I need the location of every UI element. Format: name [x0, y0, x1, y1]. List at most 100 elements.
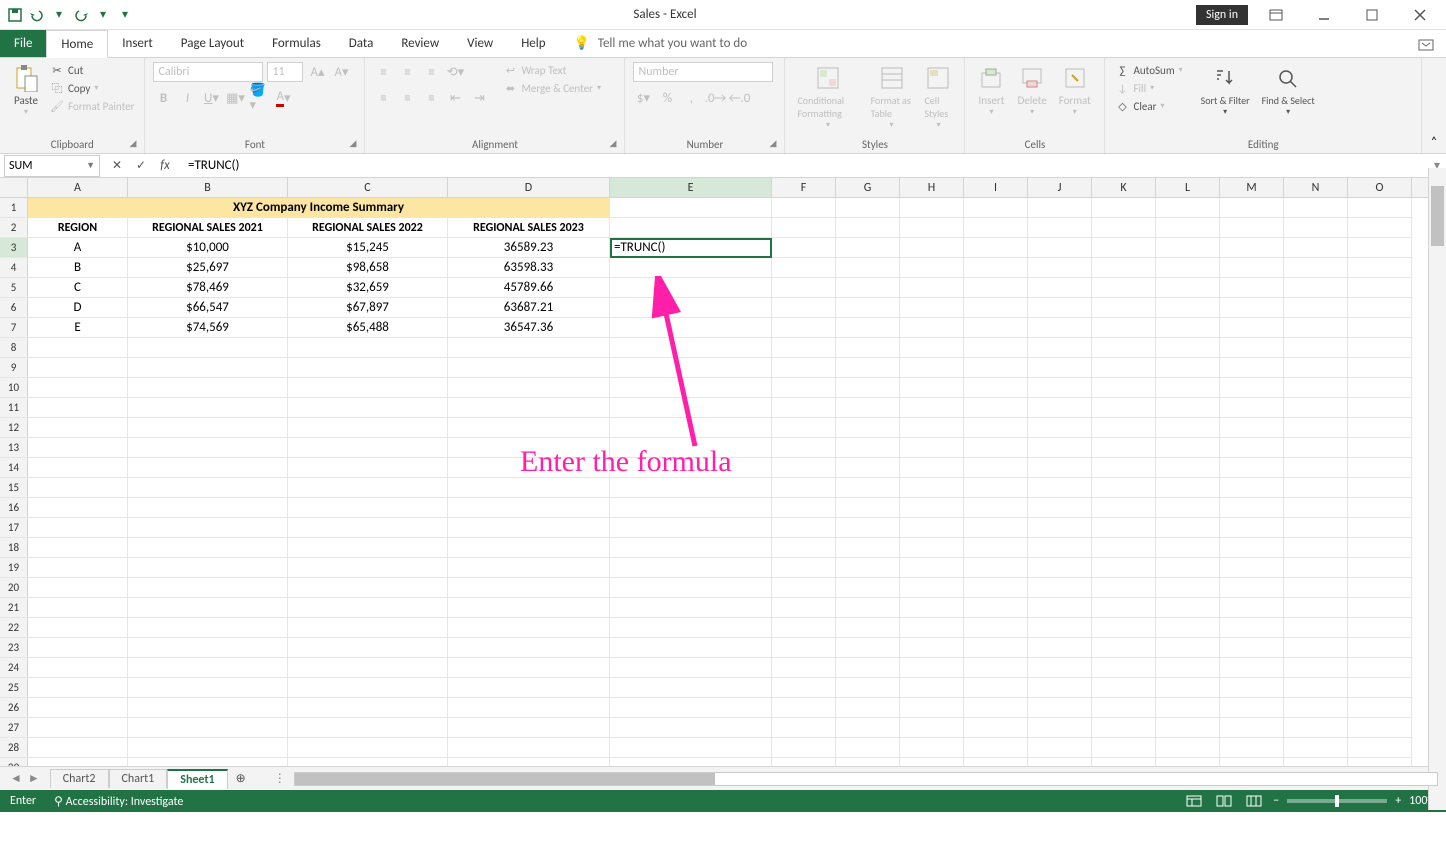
cell[interactable] [1156, 718, 1220, 738]
cell[interactable] [772, 758, 836, 766]
cell[interactable] [1028, 718, 1092, 738]
cell[interactable] [128, 378, 288, 398]
cell[interactable] [1284, 658, 1348, 678]
cell[interactable]: $65,488 [288, 318, 448, 338]
cell[interactable] [1284, 438, 1348, 458]
cell[interactable] [836, 238, 900, 258]
cell[interactable] [1220, 558, 1284, 578]
normal-view-icon[interactable] [1183, 793, 1205, 809]
percent-format-icon[interactable]: % [657, 88, 677, 108]
tab-review[interactable]: Review [387, 30, 453, 57]
cell[interactable] [1348, 718, 1412, 738]
hscroll-thumb[interactable] [295, 773, 715, 785]
col-header-H[interactable]: H [900, 178, 964, 197]
cell[interactable]: $10,000 [128, 238, 288, 258]
tab-view[interactable]: View [453, 30, 507, 57]
cell[interactable] [1284, 698, 1348, 718]
cell[interactable] [610, 258, 772, 278]
col-header-C[interactable]: C [288, 178, 448, 197]
cell[interactable] [1284, 738, 1348, 758]
font-name-combo[interactable] [153, 62, 263, 82]
cell[interactable] [1028, 598, 1092, 618]
cell[interactable] [1092, 738, 1156, 758]
cell[interactable] [610, 758, 772, 766]
row-header[interactable]: 9 [0, 358, 28, 378]
row-header[interactable]: 7 [0, 318, 28, 338]
format-painter-button[interactable]: 🖌Format Painter [48, 98, 136, 114]
cell[interactable] [964, 318, 1028, 338]
cell[interactable] [128, 438, 288, 458]
cell[interactable] [964, 698, 1028, 718]
sheet-nav-next-icon[interactable]: ► [28, 771, 40, 786]
cell[interactable] [1348, 358, 1412, 378]
cell[interactable] [128, 358, 288, 378]
row-header[interactable]: 1 [0, 198, 28, 218]
cell[interactable] [964, 278, 1028, 298]
cell[interactable] [1028, 458, 1092, 478]
cell[interactable] [900, 558, 964, 578]
cell[interactable] [28, 458, 128, 478]
cell[interactable] [1348, 638, 1412, 658]
row-header[interactable]: 29 [0, 758, 28, 766]
cell[interactable] [772, 278, 836, 298]
col-header-A[interactable]: A [28, 178, 128, 197]
cell[interactable] [1028, 618, 1092, 638]
row-header[interactable]: 17 [0, 518, 28, 538]
cell[interactable] [964, 478, 1028, 498]
cell[interactable] [1220, 418, 1284, 438]
cell[interactable] [1220, 698, 1284, 718]
cell[interactable] [1348, 558, 1412, 578]
enter-formula-icon[interactable]: ✓ [132, 158, 150, 173]
align-right-icon[interactable]: ≡ [421, 88, 441, 108]
cell[interactable] [900, 478, 964, 498]
cell[interactable] [1028, 738, 1092, 758]
cell[interactable] [1092, 478, 1156, 498]
cell[interactable] [1092, 198, 1156, 218]
cell[interactable] [1156, 498, 1220, 518]
cell[interactable] [900, 458, 964, 478]
cell[interactable] [128, 418, 288, 438]
cell[interactable] [900, 358, 964, 378]
cell[interactable] [1028, 758, 1092, 766]
cell[interactable] [288, 758, 448, 766]
cell[interactable] [1156, 678, 1220, 698]
cell[interactable] [900, 518, 964, 538]
cell[interactable] [1220, 338, 1284, 358]
cell[interactable] [28, 678, 128, 698]
cell[interactable] [128, 678, 288, 698]
cell[interactable] [28, 398, 128, 418]
share-button[interactable] [1406, 30, 1446, 57]
cell[interactable] [288, 658, 448, 678]
cell[interactable] [1156, 338, 1220, 358]
cell[interactable] [1284, 638, 1348, 658]
cell[interactable] [610, 418, 772, 438]
cell[interactable] [288, 358, 448, 378]
cell[interactable] [836, 718, 900, 738]
cell[interactable] [1220, 498, 1284, 518]
cell[interactable] [1220, 478, 1284, 498]
cell[interactable] [772, 258, 836, 278]
cell[interactable] [964, 718, 1028, 738]
cell[interactable] [1028, 398, 1092, 418]
cell[interactable] [448, 658, 610, 678]
cell[interactable] [772, 678, 836, 698]
row-header[interactable]: 27 [0, 718, 28, 738]
cell[interactable] [610, 338, 772, 358]
cell[interactable]: $98,658 [288, 258, 448, 278]
sheet-tab-chart2[interactable]: Chart2 [50, 769, 109, 788]
cell[interactable] [836, 258, 900, 278]
cell[interactable] [1092, 658, 1156, 678]
row-header[interactable]: 10 [0, 378, 28, 398]
cell[interactable] [772, 518, 836, 538]
cell[interactable] [1028, 298, 1092, 318]
cell[interactable] [610, 458, 772, 478]
cell[interactable] [448, 538, 610, 558]
cell[interactable] [1220, 398, 1284, 418]
cell[interactable] [772, 618, 836, 638]
cell[interactable] [1348, 458, 1412, 478]
wrap-text-button[interactable]: ↩Wrap Text [501, 62, 603, 78]
cell[interactable] [1156, 658, 1220, 678]
cell[interactable]: $66,547 [128, 298, 288, 318]
ribbon-display-options-icon[interactable] [1256, 1, 1296, 29]
cell[interactable] [1156, 558, 1220, 578]
